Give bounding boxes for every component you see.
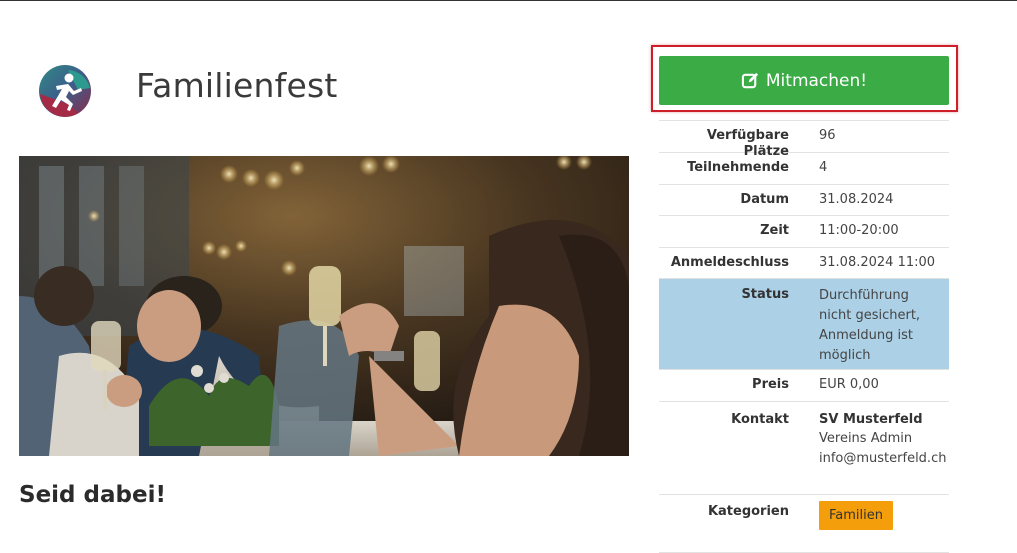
detail-row-places: Verfügbare Plätze 96 [659, 120, 949, 159]
detail-row-price: Preis EUR 0,00 [659, 370, 949, 402]
detail-value: 4 [819, 160, 828, 175]
detail-row-contact: Kontakt SV Musterfeld Vereins Admin info… [659, 402, 949, 495]
join-button[interactable]: Mitmachen! [659, 56, 949, 105]
detail-value: 31.08.2024 [819, 191, 894, 207]
detail-label: Verfügbare Plätze [706, 128, 789, 159]
detail-label: Status [741, 287, 789, 302]
detail-row-time: Zeit 11:00-20:00 [659, 216, 949, 248]
detail-label: Preis [752, 377, 789, 392]
event-subheading: Seid dabei! [19, 482, 166, 508]
event-details-table: Verfügbare Plätze 96 Teilnehmende 4 Datu… [659, 120, 949, 553]
top-border [0, 0, 1017, 1]
detail-label: Anmeldeschluss [670, 254, 789, 270]
detail-row-deadline: Anmeldeschluss 31.08.2024 11:00 [659, 248, 949, 279]
detail-value: EUR 0,00 [819, 377, 879, 392]
detail-label: Kontakt [731, 411, 789, 427]
category-badge[interactable]: Familien [819, 500, 893, 530]
runner-logo-icon [39, 65, 91, 117]
contact-block: SV Musterfeld Vereins Admin info@musterf… [789, 402, 949, 494]
detail-row-date: Datum 31.08.2024 [659, 185, 949, 216]
edit-icon [741, 72, 758, 89]
join-button-label: Mitmachen! [765, 70, 868, 91]
detail-label: Teilnehmende [687, 160, 789, 175]
detail-label: Datum [740, 191, 789, 207]
detail-row-categories: Kategorien Familien [659, 495, 949, 553]
contact-organisation: SV Musterfeld [819, 411, 923, 427]
detail-label: Zeit [760, 223, 789, 238]
status-text: Durchführung nicht gesichert, Anmeldung … [819, 288, 921, 363]
event-photo [19, 156, 629, 456]
detail-row-status: Status Durchführung nicht gesichert, Anm… [659, 279, 949, 370]
detail-row-participants: Teilnehmende 4 [659, 153, 949, 185]
detail-value: 96 [819, 128, 836, 143]
contact-person: Vereins Admin [819, 431, 913, 446]
detail-value: 11:00-20:00 [819, 223, 899, 238]
detail-value: 31.08.2024 11:00 [819, 254, 936, 270]
event-title: Familienfest [136, 66, 338, 105]
contact-email[interactable]: info@musterfeld.ch [819, 449, 949, 469]
